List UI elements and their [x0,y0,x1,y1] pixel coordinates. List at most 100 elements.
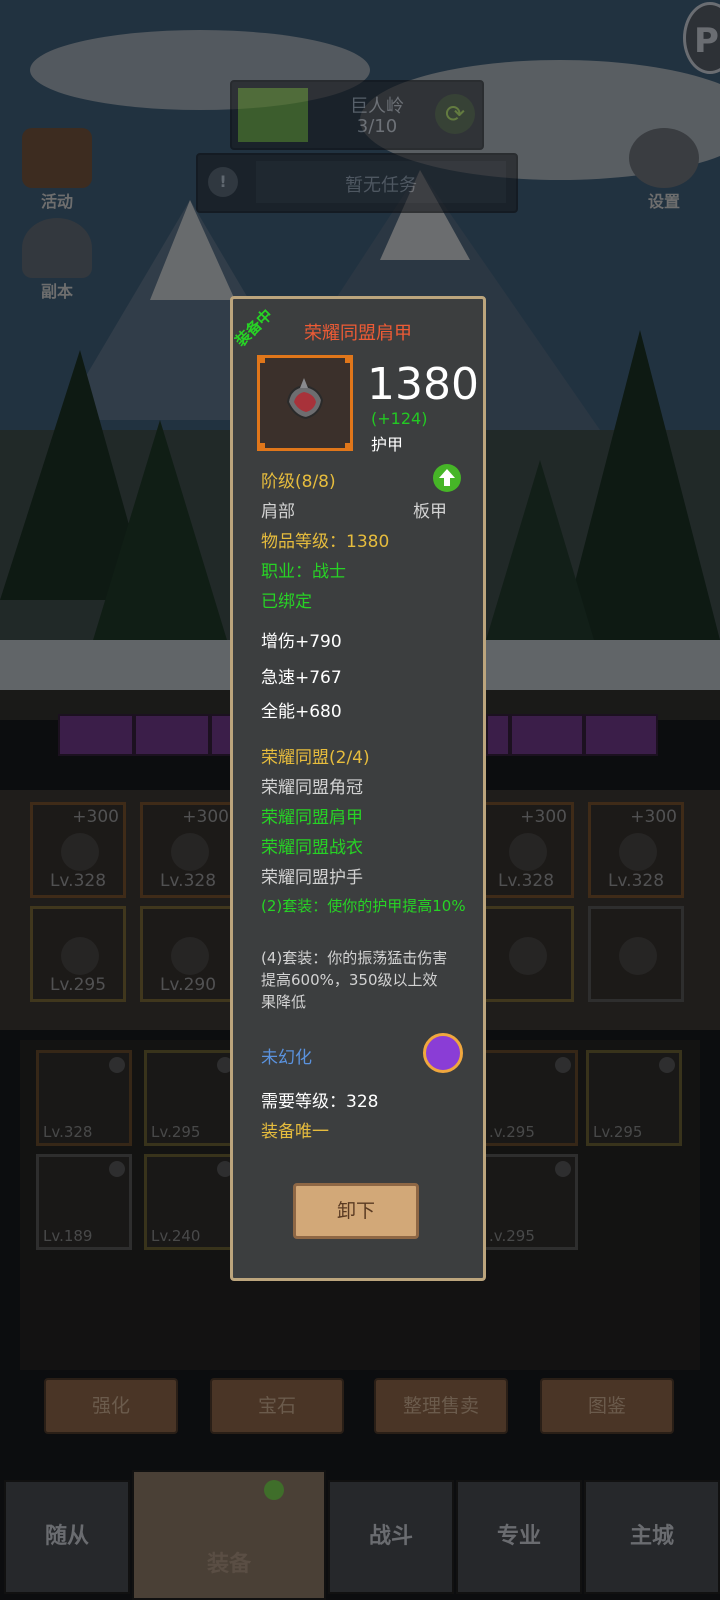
zone-progress-count: 3/10 [356,116,398,137]
item-level: .v.295 [489,1123,535,1141]
set-item: 荣耀同盟战衣 [261,838,363,858]
inventory-item[interactable]: Lv.240 [144,1154,240,1250]
activity-label: 活动 [40,192,73,211]
alert-icon: ! [208,167,238,197]
tab-main-city[interactable]: 主城 [584,1480,720,1594]
item-icon-frame [257,355,353,451]
gem-button[interactable]: 宝石 [210,1378,344,1434]
armor-label: 护甲 [371,435,404,454]
equip-slot-relic[interactable] [588,906,684,1002]
necklace-icon [61,937,99,975]
settings-button[interactable]: 设置 [622,128,706,212]
codex-button[interactable]: 图鉴 [540,1378,674,1434]
set-item: 荣耀同盟角冠 [261,778,363,798]
item-slot: 肩部 [261,502,295,522]
sword-icon [509,833,547,871]
task-panel[interactable]: ! 暂无任务 [196,153,518,213]
item-name: 荣耀同盟肩甲 [304,323,412,344]
item-level: Lv.290 [159,975,217,995]
item-level: Lv.295 [151,1123,201,1141]
stone-icon [619,937,657,975]
item-level: Lv.328 [49,871,107,891]
armor-delta: (+124) [371,409,428,428]
level-requirement: 需要等级：328 [261,1092,379,1112]
activity-button[interactable]: 活动 [15,128,99,212]
lock-icon [109,1161,125,1177]
settings-label: 设置 [647,192,680,211]
equip-slot-offhand[interactable]: +300 Lv.328 [588,802,684,898]
inventory-item[interactable]: Lv.328 [36,1050,132,1146]
lock-icon [109,1057,125,1073]
tab-profession[interactable]: 专业 [456,1480,582,1594]
enhance-level: +300 [72,807,119,827]
zone-progress-bar [238,88,308,142]
stat-line: 急速+767 [261,668,342,688]
stat-line: 增伤+790 [261,632,342,652]
enhance-level: +300 [630,807,677,827]
sort-sell-button[interactable]: 整理售卖 [374,1378,508,1434]
inventory-item[interactable]: .v.295 [482,1050,578,1146]
shoulder-armor-icon [286,378,324,420]
equip-slot-head[interactable]: +300 Lv.328 [30,802,126,898]
item-level: Lv.295 [49,975,107,995]
bag-tab-bar [510,714,584,756]
helmet-icon [61,833,99,871]
bound-status: 已绑定 [261,592,312,612]
transmog-status: 未幻化 [261,1048,312,1068]
unequip-button[interactable]: 卸下 [293,1183,419,1239]
item-level: Lv.328 [497,871,555,891]
upgrade-arrow-icon[interactable] [433,464,461,492]
trinket-icon [509,937,547,975]
dungeon-button[interactable]: 副本 [15,218,99,302]
item-level: .v.295 [489,1227,535,1245]
inventory-item[interactable]: Lv.295 [144,1050,240,1146]
item-tier: 阶级(8/8) [261,472,336,492]
lock-icon [555,1161,571,1177]
bag-tab-bar [486,714,510,756]
item-level: Lv.328 [159,871,217,891]
lock-icon [659,1057,675,1073]
class-requirement: 职业：战士 [261,562,346,582]
portal-icon [22,218,92,278]
equip-slot-weapon[interactable]: +300 Lv.328 [478,802,574,898]
transmog-orb-icon[interactable] [423,1033,463,1073]
equip-slot-trinket[interactable] [478,906,574,1002]
zone-name: 巨人岭 [350,96,404,117]
inventory-item[interactable]: .v.295 [482,1154,578,1250]
item-tooltip: 装备中 荣耀同盟肩甲 1380 (+124) 护甲 阶级(8/8) 肩部 板甲 … [230,296,486,1281]
item-level: 物品等级：1380 [261,532,390,552]
tab-battle[interactable]: 战斗 [328,1480,454,1594]
armor-value: 1380 [367,359,479,410]
item-level: Lv.328 [607,871,665,891]
task-text: 暂无任务 [345,175,417,196]
set-bonus-2: (2)套装：使你的护甲提高10% [261,897,466,915]
bag-tab-bar [58,714,134,756]
item-level: Lv.189 [43,1227,93,1245]
inventory-item[interactable]: Lv.189 [36,1154,132,1250]
stat-line: 全能+680 [261,702,342,722]
scroll-board-icon [22,128,92,188]
bag-tab-bar [584,714,658,756]
armor-type: 板甲 [413,502,447,522]
enhance-button[interactable]: 强化 [44,1378,178,1434]
inventory-item[interactable]: Lv.295 [586,1050,682,1146]
ring-icon [171,937,209,975]
equip-slot-ring[interactable]: Lv.290 [140,906,236,1002]
item-level: Lv.240 [151,1227,201,1245]
tab-followers[interactable]: 随从 [4,1480,130,1594]
shoulder-armor-icon [171,833,209,871]
refresh-icon[interactable]: ⟳ [435,94,475,134]
lock-icon [555,1057,571,1073]
equip-slot-neck[interactable]: Lv.295 [30,906,126,1002]
set-item: 荣耀同盟护手 [261,868,363,888]
zone-progress-panel[interactable]: 巨人岭 3/10 ⟳ [230,80,484,150]
task-bar: 暂无任务 [256,161,506,203]
equip-slot-shoulder[interactable]: +300 Lv.328 [140,802,236,898]
bag-tab-bar [134,714,210,756]
tab-equipment[interactable]: 装备 [132,1470,326,1600]
set-item: 荣耀同盟肩甲 [261,808,363,828]
unique-equip: 装备唯一 [261,1122,329,1142]
dungeon-label: 副本 [40,282,73,301]
enhance-level: +300 [520,807,567,827]
shield-icon [619,833,657,871]
